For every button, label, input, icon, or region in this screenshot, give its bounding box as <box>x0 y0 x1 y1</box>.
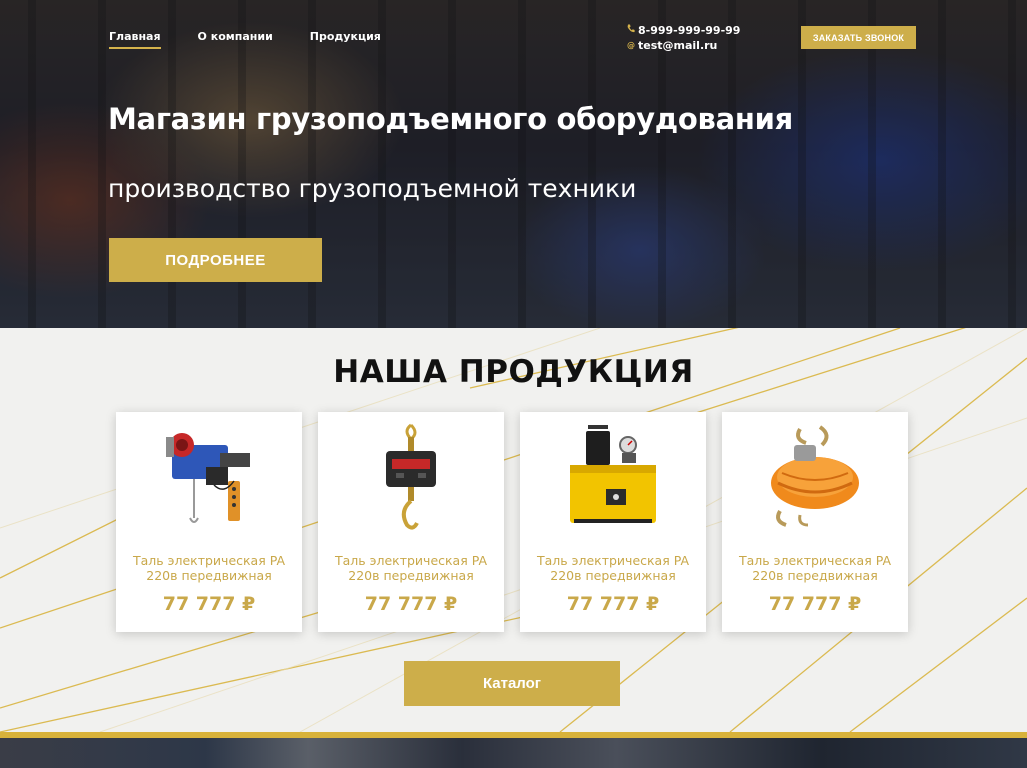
product-name: Таль электрическая PA 220в передвижная <box>537 553 689 583</box>
next-section-preview <box>0 732 1027 768</box>
hero-title: Магазин грузоподъемного оборудования <box>108 102 793 136</box>
crane-scale-image <box>351 420 471 535</box>
electric-hoist-image <box>149 420 269 535</box>
product-price: 77 777 ₽ <box>364 593 458 615</box>
product-card[interactable]: Таль электрическая PA 220в передвижная 7… <box>318 412 504 632</box>
email-row[interactable]: @ test@mail.ru <box>627 38 740 53</box>
section-title: НАША ПРОДУКЦИЯ <box>333 354 694 390</box>
crane-beam-graphic <box>0 732 1027 738</box>
phone-row[interactable]: 8-999-999-99-99 <box>627 23 740 38</box>
product-price: 77 777 ₽ <box>162 593 256 615</box>
phone-icon <box>627 23 635 38</box>
nav-item-products[interactable]: Продукция <box>310 30 381 49</box>
product-name: Таль электрическая PA 220в передвижная <box>133 553 285 583</box>
main-nav: Главная О компании Продукция <box>109 30 418 49</box>
product-price: 77 777 ₽ <box>768 593 862 615</box>
nav-item-about[interactable]: О компании <box>198 30 273 49</box>
product-card[interactable]: Таль электрическая PA 220в передвижная 7… <box>116 412 302 632</box>
phone-number: 8-999-999-99-99 <box>638 24 741 37</box>
hero-banner: Главная О компании Продукция 8-999-999-9… <box>0 0 1027 328</box>
header-contacts: 8-999-999-99-99 @ test@mail.ru <box>627 23 740 53</box>
hydraulic-pump-image <box>553 420 673 535</box>
product-card[interactable]: Таль электрическая PA 220в передвижная 7… <box>520 412 706 632</box>
order-call-button[interactable]: ЗАКАЗАТЬ ЗВОНОК <box>801 26 916 49</box>
catalog-button[interactable]: Каталог <box>404 661 620 706</box>
product-name: Таль электрическая PA 220в передвижная <box>335 553 487 583</box>
nav-item-home[interactable]: Главная <box>109 30 161 49</box>
email-address: test@mail.ru <box>638 39 718 52</box>
more-button[interactable]: ПОДРОБНЕЕ <box>109 238 322 282</box>
at-icon: @ <box>627 41 635 50</box>
products-section: НАША ПРОДУКЦИЯ Таль электрическая PA 220… <box>0 328 1027 732</box>
hero-subtitle: производство грузоподъемной техники <box>108 174 637 203</box>
ratchet-straps-image <box>755 420 875 535</box>
product-price: 77 777 ₽ <box>566 593 660 615</box>
product-card[interactable]: Таль электрическая PA 220в передвижная 7… <box>722 412 908 632</box>
product-name: Таль электрическая PA 220в передвижная <box>739 553 891 583</box>
